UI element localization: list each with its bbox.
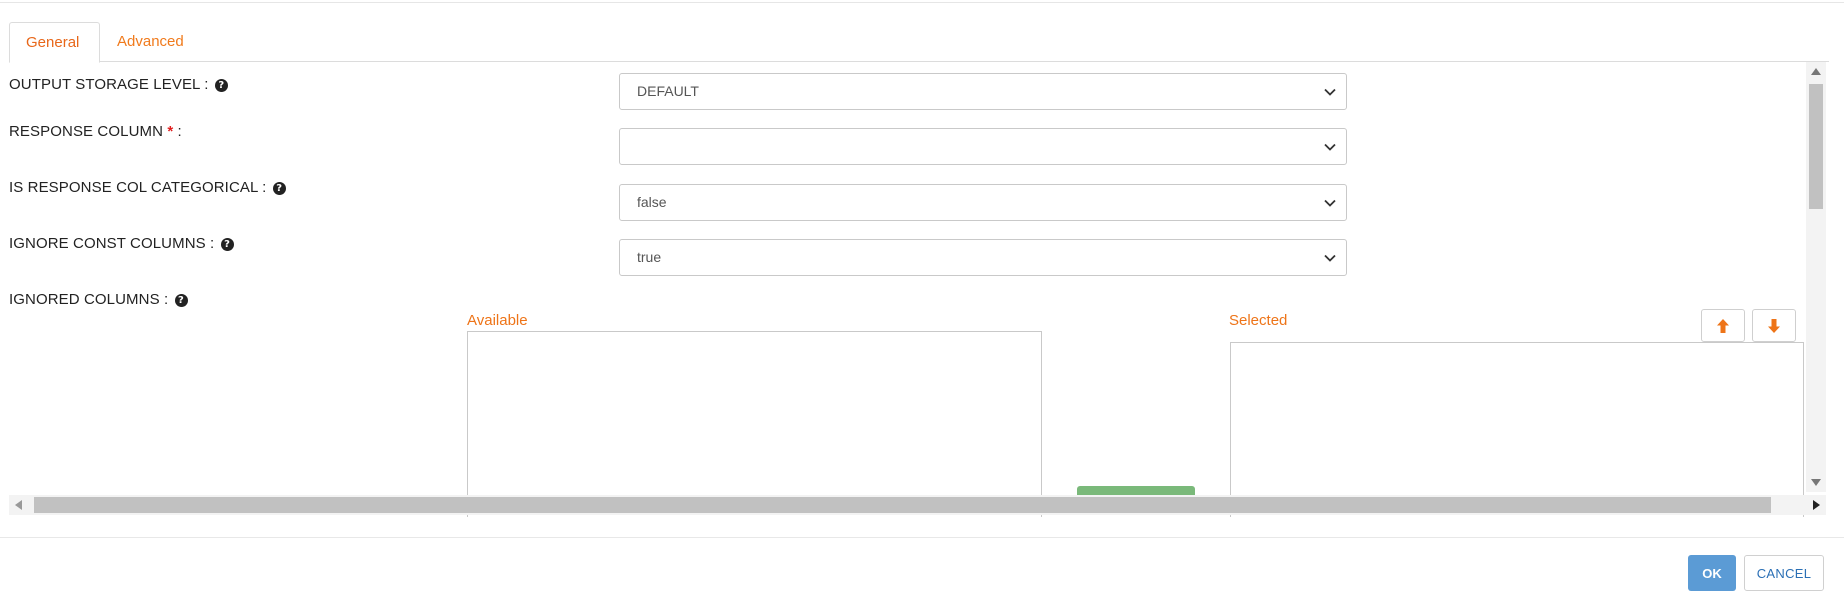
available-list-label: Available <box>467 312 528 329</box>
top-divider <box>0 2 1844 3</box>
tab-advanced[interactable]: Advanced <box>101 22 191 62</box>
chevron-down-icon <box>1324 88 1336 96</box>
available-columns-list[interactable] <box>467 331 1042 517</box>
question-circle-icon[interactable]: ? <box>220 238 234 251</box>
horizontal-scroll-thumb[interactable] <box>34 497 1771 513</box>
arrow-down-icon <box>1768 319 1780 334</box>
chevron-down-icon <box>1324 199 1336 207</box>
selected-list-label: Selected <box>1229 312 1288 329</box>
question-circle-icon[interactable]: ? <box>214 79 228 92</box>
cancel-button[interactable]: CANCEL <box>1744 555 1824 591</box>
general-form-panel: OUTPUT STORAGE LEVEL : ? DEFAULT RESPONS… <box>9 62 1829 517</box>
response-column-label: RESPONSE COLUMN * : <box>9 123 182 140</box>
chevron-down-icon <box>1324 143 1336 151</box>
ignore-const-columns-select[interactable]: true <box>619 239 1347 276</box>
move-down-button[interactable] <box>1752 309 1796 342</box>
output-storage-level-select[interactable]: DEFAULT <box>619 73 1347 110</box>
tab-bar: General Advanced <box>9 22 1829 63</box>
response-column-select[interactable] <box>619 128 1347 165</box>
ignored-columns-label: IGNORED COLUMNS : ? <box>9 291 188 308</box>
ignore-const-columns-label: IGNORE CONST COLUMNS : ? <box>9 235 234 252</box>
horizontal-scrollbar[interactable] <box>9 495 1826 515</box>
selected-columns-list[interactable] <box>1230 342 1804 517</box>
scroll-left-icon[interactable] <box>15 500 22 510</box>
footer-divider <box>0 537 1844 538</box>
question-circle-icon[interactable]: ? <box>174 294 188 307</box>
scroll-up-icon[interactable] <box>1811 68 1821 75</box>
vertical-scroll-thumb[interactable] <box>1809 84 1823 209</box>
scroll-right-icon[interactable] <box>1813 500 1820 510</box>
ok-button[interactable]: OK <box>1688 555 1736 591</box>
tab-general[interactable]: General <box>9 22 100 63</box>
arrow-up-icon <box>1717 319 1729 334</box>
is-response-col-categorical-select[interactable]: false <box>619 184 1347 221</box>
question-circle-icon[interactable]: ? <box>272 182 286 195</box>
vertical-scrollbar[interactable] <box>1806 62 1826 492</box>
required-marker: * <box>167 123 174 140</box>
move-up-button[interactable] <box>1701 309 1745 342</box>
chevron-down-icon <box>1324 254 1336 262</box>
output-storage-level-label: OUTPUT STORAGE LEVEL : ? <box>9 76 228 93</box>
scroll-down-icon[interactable] <box>1811 479 1821 486</box>
is-response-col-categorical-label: IS RESPONSE COL CATEGORICAL : ? <box>9 179 286 196</box>
